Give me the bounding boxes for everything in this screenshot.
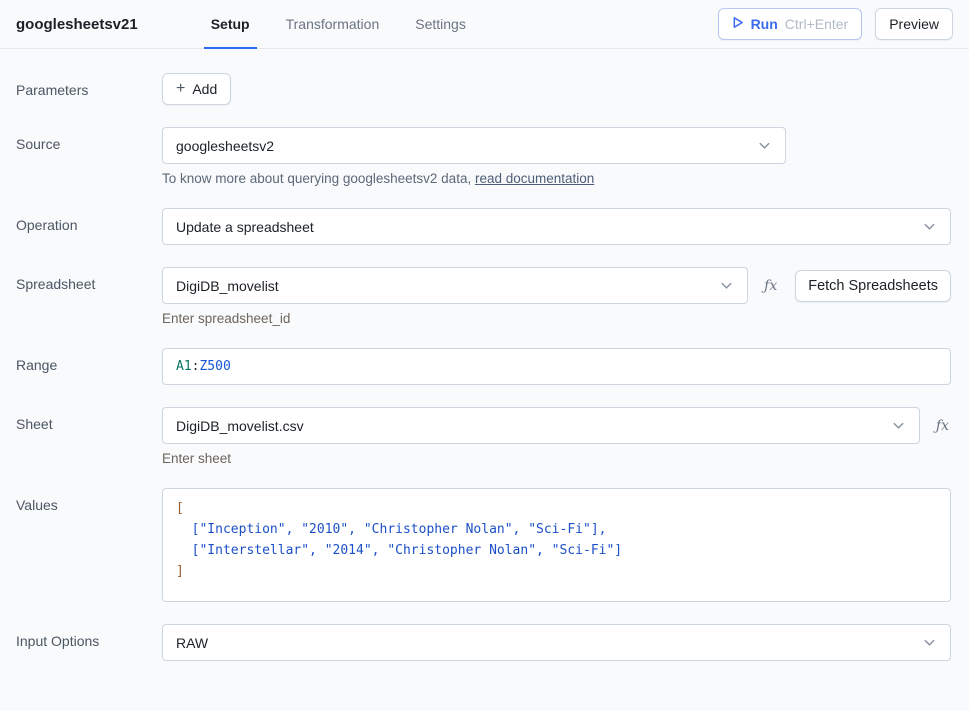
read-documentation-link[interactable]: read documentation <box>475 171 594 186</box>
parameters-row: Parameters + Add <box>16 73 951 105</box>
chevron-down-icon <box>719 278 734 293</box>
input-options-select[interactable]: RAW <box>162 624 951 661</box>
source-select-value: googlesheetsv2 <box>176 138 749 154</box>
operation-select[interactable]: Update a spreadsheet <box>162 208 951 245</box>
query-form: Parameters + Add Source googlesheetsv2 T… <box>0 49 969 661</box>
range-value-start: A1 <box>176 359 192 374</box>
run-button[interactable]: Run Ctrl+Enter <box>718 8 863 40</box>
sheet-label: Sheet <box>16 407 162 432</box>
add-parameter-button[interactable]: + Add <box>162 73 231 105</box>
range-value-end: Z500 <box>199 359 230 374</box>
values-code-line: ["Inception", "2010", "Christopher Nolan… <box>176 519 937 540</box>
preview-button[interactable]: Preview <box>875 8 953 40</box>
chevron-down-icon <box>922 635 937 650</box>
values-code-line: ["Interstellar", "2014", "Christopher No… <box>176 540 937 561</box>
sheet-row: Sheet DigiDB_movelist.csv ƒx Enter sheet <box>16 407 951 466</box>
run-shortcut-hint: Ctrl+Enter <box>785 16 848 32</box>
header-actions: Run Ctrl+Enter Preview <box>718 8 953 40</box>
fx-icon[interactable]: ƒx <box>764 278 777 294</box>
query-header: googlesheetsv21 Setup Transformation Set… <box>0 0 969 49</box>
fetch-spreadsheets-label: Fetch Spreadsheets <box>808 278 938 294</box>
sheet-select[interactable]: DigiDB_movelist.csv <box>162 407 920 444</box>
values-label: Values <box>16 488 162 513</box>
header-tabs: Setup Transformation Settings <box>204 0 495 49</box>
spreadsheet-select[interactable]: DigiDB_movelist <box>162 267 748 304</box>
tab-setup[interactable]: Setup <box>204 0 257 49</box>
source-label: Source <box>16 127 162 152</box>
input-options-select-value: RAW <box>176 635 914 651</box>
operation-select-value: Update a spreadsheet <box>176 219 914 235</box>
source-row: Source googlesheetsv2 To know more about… <box>16 127 951 186</box>
operation-row: Operation Update a spreadsheet <box>16 208 951 245</box>
range-label: Range <box>16 348 162 373</box>
values-code-line: [ <box>176 498 937 519</box>
values-row: Values [ ["Inception", "2010", "Christop… <box>16 488 951 602</box>
add-button-label: Add <box>192 81 217 97</box>
input-options-label: Input Options <box>16 624 162 649</box>
tab-settings[interactable]: Settings <box>408 0 473 49</box>
sheet-helper-text: Enter sheet <box>162 451 951 466</box>
spreadsheet-label: Spreadsheet <box>16 267 162 292</box>
input-options-row: Input Options RAW <box>16 624 951 661</box>
operation-label: Operation <box>16 208 162 233</box>
sheet-select-value: DigiDB_movelist.csv <box>176 418 883 434</box>
range-row: Range A1:Z500 <box>16 348 951 385</box>
source-helper-prefix: To know more about querying googlesheets… <box>162 171 475 186</box>
run-button-label: Run <box>751 16 778 32</box>
source-helper-text: To know more about querying googlesheets… <box>162 171 951 186</box>
chevron-down-icon <box>891 418 906 433</box>
chevron-down-icon <box>922 219 937 234</box>
preview-button-label: Preview <box>889 16 939 32</box>
values-code-editor[interactable]: [ ["Inception", "2010", "Christopher Nol… <box>162 488 951 602</box>
chevron-down-icon <box>757 138 772 153</box>
range-input[interactable]: A1:Z500 <box>162 348 951 385</box>
fx-icon[interactable]: ƒx <box>936 418 949 434</box>
range-value-colon: : <box>192 359 200 374</box>
spreadsheet-helper-text: Enter spreadsheet_id <box>162 311 951 326</box>
spreadsheet-row: Spreadsheet DigiDB_movelist ƒx Fetch Spr… <box>16 267 951 326</box>
tab-transformation[interactable]: Transformation <box>279 0 387 49</box>
source-select[interactable]: googlesheetsv2 <box>162 127 786 164</box>
parameters-label: Parameters <box>16 73 162 98</box>
values-code-line: ] <box>176 561 937 582</box>
fetch-spreadsheets-button[interactable]: Fetch Spreadsheets <box>795 270 951 302</box>
play-icon <box>732 16 744 32</box>
plus-icon: + <box>176 81 185 97</box>
spreadsheet-select-value: DigiDB_movelist <box>176 278 711 294</box>
query-title: googlesheetsv21 <box>16 16 138 33</box>
